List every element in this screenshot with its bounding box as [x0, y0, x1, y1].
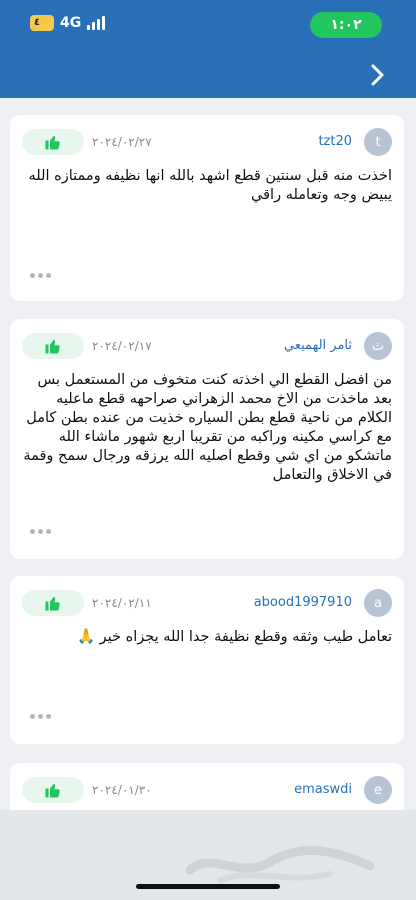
haraj-logo: [185, 845, 375, 883]
avatar[interactable]: e: [364, 776, 392, 804]
like-button[interactable]: [22, 333, 84, 359]
chevron-right-icon: [371, 64, 384, 86]
signal-icon: [87, 16, 106, 30]
review-username[interactable]: emaswdi: [294, 782, 352, 797]
review-date: ٢٠٢٤/٠٢/٢٧: [92, 135, 152, 149]
review-header: a abood1997910 ٢٠٢٤/٠٢/١١: [22, 588, 392, 620]
thumbs-up-icon: [45, 784, 60, 798]
back-button[interactable]: [364, 58, 392, 92]
review-username[interactable]: ثامر الهميعي: [284, 338, 352, 353]
review-card: a abood1997910 ٢٠٢٤/٠٢/١١ تعامل طيب وثقه…: [10, 576, 404, 744]
review-header: e emaswdi ٢٠٢٤/٠١/٣٠: [22, 775, 392, 807]
more-dots-icon[interactable]: [30, 529, 54, 535]
clock-pill: ١:٠٢: [310, 12, 382, 38]
review-card: t tzt20 ٢٠٢٤/٠٢/٢٧ اخذت منه قبل سنتين قط…: [10, 115, 404, 301]
thumbs-up-icon: [45, 597, 60, 611]
avatar[interactable]: t: [364, 128, 392, 156]
review-header: ث ثامر الهميعي ٢٠٢٤/٠٢/١٧: [22, 331, 392, 363]
review-text: من افضل القطع الي اخذته كنت متخوف من الم…: [23, 372, 392, 483]
network-label: 4G: [60, 15, 82, 31]
more-dots-icon[interactable]: [30, 714, 54, 720]
review-date: ٢٠٢٤/٠١/٣٠: [92, 783, 152, 797]
sim-badge: ٤: [34, 17, 41, 28]
review-date: ٢٠٢٤/٠٢/١٧: [92, 339, 152, 353]
app-header: ٤ 4G ١:٠٢: [0, 0, 416, 98]
review-username[interactable]: tzt20: [318, 134, 352, 149]
status-bar: ٤ 4G ١:٠٢: [0, 12, 416, 38]
like-button[interactable]: [22, 590, 84, 616]
network-indicator: ٤ 4G: [30, 15, 106, 31]
like-button[interactable]: [22, 777, 84, 803]
avatar[interactable]: ث: [364, 332, 392, 360]
home-indicator: [136, 884, 280, 889]
review-card: ث ثامر الهميعي ٢٠٢٤/٠٢/١٧ من افضل القطع …: [10, 319, 404, 559]
thumbs-up-icon: [45, 340, 60, 354]
reviews-list[interactable]: t tzt20 ٢٠٢٤/٠٢/٢٧ اخذت منه قبل سنتين قط…: [0, 98, 416, 810]
more-dots-icon[interactable]: [30, 273, 54, 279]
like-button[interactable]: [22, 129, 84, 155]
review-card: e emaswdi ٢٠٢٤/٠١/٣٠: [10, 763, 404, 810]
thumbs-up-icon: [45, 136, 60, 150]
avatar[interactable]: a: [364, 589, 392, 617]
review-text: تعامل طيب وثقه وقطع نظيفة جدا الله يجزاه…: [77, 629, 392, 645]
review-username[interactable]: abood1997910: [254, 595, 352, 610]
review-header: t tzt20 ٢٠٢٤/٠٢/٢٧: [22, 127, 392, 159]
review-text: اخذت منه قبل سنتين قطع اشهد بالله انها ن…: [28, 168, 392, 203]
sim-card-icon: ٤: [30, 15, 54, 31]
review-date: ٢٠٢٤/٠٢/١١: [92, 596, 152, 610]
bottom-area: [0, 810, 416, 900]
